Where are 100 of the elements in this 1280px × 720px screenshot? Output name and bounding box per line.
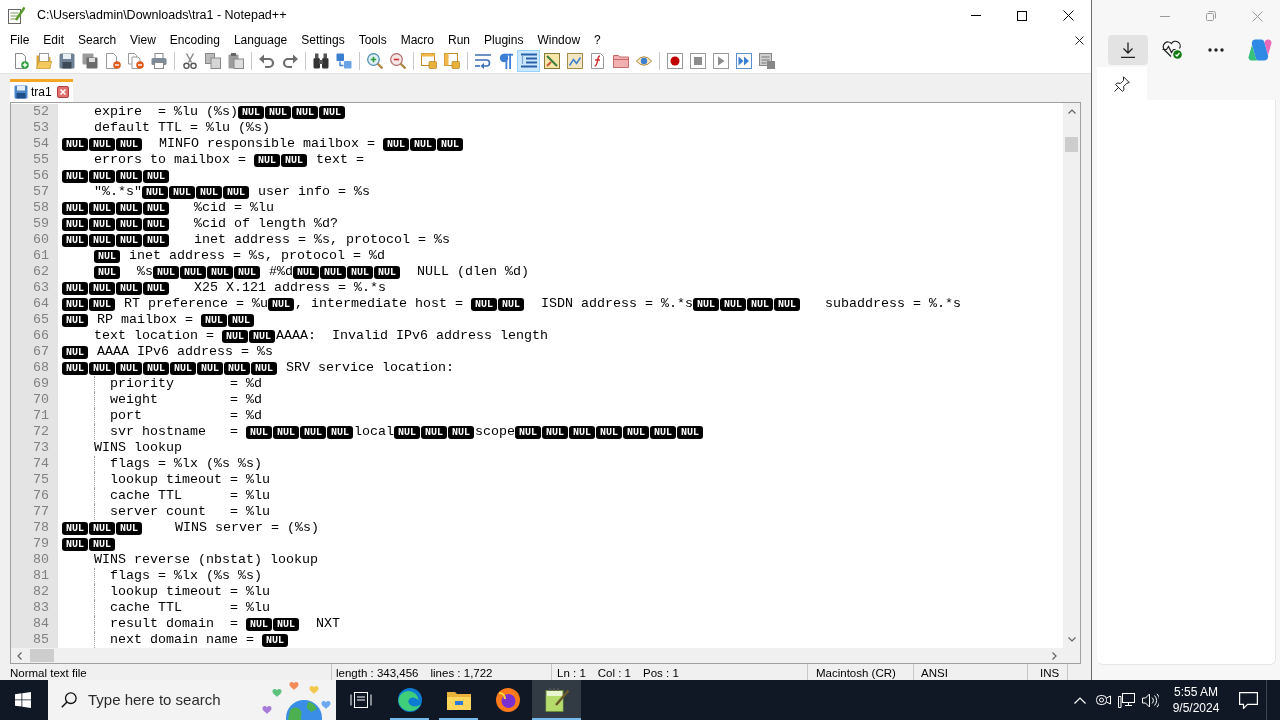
code-text: inet address = %s, protocol = %d bbox=[129, 248, 385, 264]
nul-marker: NUL bbox=[280, 153, 307, 167]
undo-icon bbox=[258, 53, 275, 69]
code-text: priority = %d bbox=[110, 376, 262, 392]
download-icon bbox=[1120, 41, 1136, 58]
file-tab[interactable]: tra1 bbox=[10, 79, 73, 102]
menu-item[interactable]: File bbox=[3, 31, 37, 49]
menu-item[interactable]: Plugins bbox=[477, 31, 531, 49]
code-text: lookup timeout = %lu bbox=[110, 472, 270, 488]
nul-marker: NUL bbox=[677, 425, 703, 439]
menu-item[interactable]: Search bbox=[71, 31, 124, 49]
menu-item[interactable]: Window bbox=[530, 31, 588, 49]
scroll-down-icon[interactable] bbox=[1067, 637, 1076, 642]
nul-marker: NUL bbox=[116, 361, 142, 375]
nul-marker: NUL bbox=[347, 265, 373, 279]
start-icon bbox=[15, 692, 31, 708]
window-lock-icon bbox=[443, 53, 460, 69]
indent-guide-button[interactable] bbox=[517, 50, 540, 72]
line-number: 74 bbox=[33, 456, 49, 472]
line-number: 68 bbox=[33, 360, 49, 376]
nul-marker: NUL bbox=[143, 169, 169, 183]
nul-marker: NUL bbox=[291, 105, 318, 119]
nul-marker: NUL bbox=[374, 265, 400, 279]
nul-marker: NUL bbox=[249, 329, 275, 343]
nul-marker: NUL bbox=[623, 425, 649, 439]
nul-marker: NUL bbox=[62, 313, 88, 327]
menu-item[interactable]: Macro bbox=[393, 31, 441, 49]
menu-item[interactable]: View bbox=[123, 31, 163, 49]
line-number: 67 bbox=[33, 344, 49, 360]
volume-icon[interactable] bbox=[1141, 692, 1159, 708]
nul-marker: NUL bbox=[62, 297, 88, 311]
close-icon bbox=[1251, 10, 1263, 22]
nul-marker: NUL bbox=[89, 537, 115, 551]
nul-marker: NUL bbox=[264, 105, 291, 119]
scroll-right-icon[interactable] bbox=[1052, 651, 1057, 660]
code-text: local bbox=[354, 424, 394, 440]
code-text: port = %d bbox=[110, 408, 262, 424]
menu-item[interactable]: Run bbox=[441, 31, 478, 49]
nul-marker: NUL bbox=[89, 521, 115, 535]
nul-marker: NUL bbox=[62, 201, 88, 215]
line-number: 71 bbox=[33, 408, 49, 424]
status-text: length : 343,456 bbox=[336, 665, 419, 681]
code-text: ISDN address = %.*s bbox=[540, 296, 693, 312]
horizontal-scrollbar[interactable] bbox=[11, 648, 1063, 663]
notification-icon[interactable] bbox=[1238, 691, 1258, 709]
caret-up-icon[interactable] bbox=[1074, 696, 1086, 704]
nul-marker: NUL bbox=[143, 281, 169, 295]
menu-item[interactable]: Edit bbox=[36, 31, 72, 49]
line-number: 84 bbox=[33, 616, 49, 632]
code-text: WINS server = (%s) bbox=[175, 520, 319, 536]
code-text: , intermediate host = bbox=[294, 296, 463, 312]
nul-marker: NUL bbox=[116, 201, 142, 215]
nul-marker: NUL bbox=[382, 137, 409, 151]
scissors-icon bbox=[181, 53, 198, 69]
nul-marker: NUL bbox=[62, 169, 88, 183]
code-text: server count = %lu bbox=[110, 504, 270, 520]
menu-item[interactable]: ? bbox=[587, 31, 608, 49]
status-text: INS bbox=[1040, 665, 1060, 681]
close-icon[interactable] bbox=[56, 86, 69, 98]
line-number: 81 bbox=[33, 568, 49, 584]
menu-item[interactable]: Language bbox=[226, 31, 295, 49]
nul-marker: NUL bbox=[470, 297, 497, 311]
pin-icon[interactable] bbox=[1114, 75, 1130, 92]
status-text: Macintosh (CR) bbox=[816, 665, 896, 681]
menu-item[interactable]: Encoding bbox=[162, 31, 227, 49]
menu-item[interactable]: Tools bbox=[351, 31, 394, 49]
menu-item[interactable]: Settings bbox=[294, 31, 352, 49]
vertical-scrollbar[interactable] bbox=[1063, 103, 1080, 648]
nul-marker: NUL bbox=[89, 217, 115, 231]
code-text: next domain name = bbox=[110, 632, 254, 648]
clock-date[interactable]: 9/5/2024 bbox=[1172, 700, 1220, 716]
code-text: errors to mailbox = bbox=[94, 152, 246, 168]
camera-icon[interactable] bbox=[1096, 692, 1111, 708]
network-icon[interactable] bbox=[1118, 692, 1135, 708]
scrollbar-thumb[interactable] bbox=[1065, 137, 1078, 152]
nul-marker: NUL bbox=[253, 153, 280, 167]
new-page-icon bbox=[12, 53, 29, 69]
scroll-left-icon[interactable] bbox=[17, 651, 22, 660]
nul-marker: NUL bbox=[318, 105, 345, 119]
scroll-up-icon[interactable] bbox=[1067, 109, 1076, 114]
indent-lines-icon bbox=[520, 53, 537, 69]
clock-time[interactable]: 5:55 AM bbox=[1174, 684, 1218, 700]
scrollbar-thumb[interactable] bbox=[30, 649, 54, 662]
line-number: 61 bbox=[33, 248, 49, 264]
nul-marker: NUL bbox=[719, 297, 746, 311]
nul-marker: NUL bbox=[89, 281, 115, 295]
code-text: subaddress = %.*s bbox=[824, 296, 961, 312]
minimize-icon bbox=[971, 15, 981, 16]
search-box[interactable]: Type here to search bbox=[48, 680, 336, 720]
search-input[interactable]: Type here to search bbox=[88, 688, 238, 712]
line-number: 53 bbox=[33, 120, 49, 136]
nul-marker: NUL bbox=[116, 137, 142, 151]
line-number: 77 bbox=[33, 504, 49, 520]
line-number: 85 bbox=[33, 632, 49, 648]
nul-marker: NUL bbox=[237, 105, 264, 119]
taskbar-app-button[interactable] bbox=[532, 680, 581, 720]
downloads-button[interactable] bbox=[1108, 34, 1148, 65]
code-text: MINFO responsible mailbox = bbox=[159, 136, 375, 152]
line-number: 80 bbox=[33, 552, 49, 568]
code-text: %s bbox=[137, 264, 153, 280]
